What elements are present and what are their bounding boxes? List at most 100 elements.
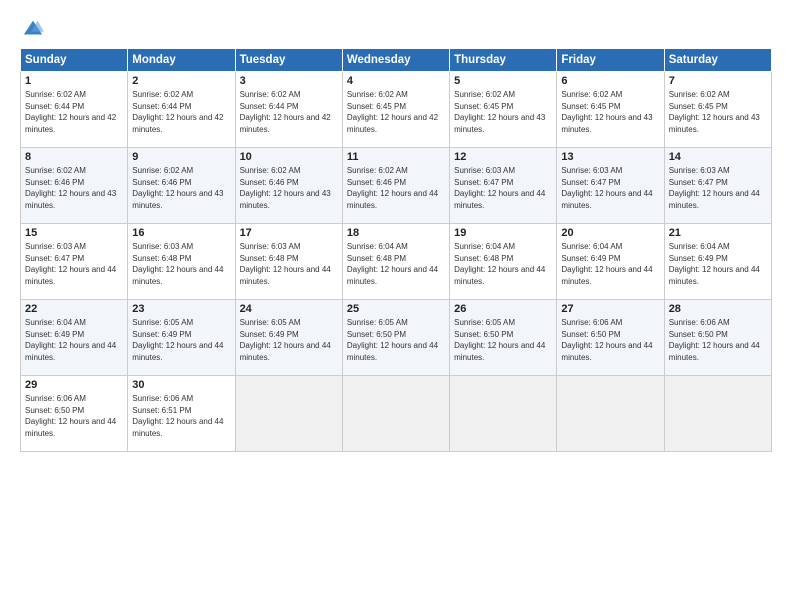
calendar-week-1: 1 Sunrise: 6:02 AMSunset: 6:44 PMDayligh… — [21, 72, 772, 148]
day-number: 12 — [454, 151, 552, 163]
day-detail: Sunrise: 6:02 AMSunset: 6:46 PMDaylight:… — [25, 166, 116, 210]
day-number: 24 — [240, 303, 338, 315]
day-number: 7 — [669, 75, 767, 87]
day-detail: Sunrise: 6:03 AMSunset: 6:47 PMDaylight:… — [25, 242, 116, 286]
calendar-cell: 29 Sunrise: 6:06 AMSunset: 6:50 PMDaylig… — [21, 376, 128, 452]
day-detail: Sunrise: 6:06 AMSunset: 6:50 PMDaylight:… — [25, 394, 116, 438]
calendar-cell — [450, 376, 557, 452]
day-detail: Sunrise: 6:03 AMSunset: 6:47 PMDaylight:… — [561, 166, 652, 210]
calendar-cell — [342, 376, 449, 452]
day-number: 21 — [669, 227, 767, 239]
header — [20, 18, 772, 40]
calendar-cell — [664, 376, 771, 452]
weekday-header-row: SundayMondayTuesdayWednesdayThursdayFrid… — [21, 49, 772, 72]
day-detail: Sunrise: 6:05 AMSunset: 6:50 PMDaylight:… — [454, 318, 545, 362]
day-detail: Sunrise: 6:02 AMSunset: 6:45 PMDaylight:… — [561, 90, 652, 134]
day-number: 25 — [347, 303, 445, 315]
day-number: 20 — [561, 227, 659, 239]
day-detail: Sunrise: 6:03 AMSunset: 6:48 PMDaylight:… — [240, 242, 331, 286]
day-number: 29 — [25, 379, 123, 391]
calendar-cell — [557, 376, 664, 452]
calendar-week-3: 15 Sunrise: 6:03 AMSunset: 6:47 PMDaylig… — [21, 224, 772, 300]
day-number: 9 — [132, 151, 230, 163]
day-detail: Sunrise: 6:02 AMSunset: 6:44 PMDaylight:… — [132, 90, 223, 134]
weekday-monday: Monday — [128, 49, 235, 72]
calendar-cell: 25 Sunrise: 6:05 AMSunset: 6:50 PMDaylig… — [342, 300, 449, 376]
calendar-cell: 22 Sunrise: 6:04 AMSunset: 6:49 PMDaylig… — [21, 300, 128, 376]
calendar-cell: 18 Sunrise: 6:04 AMSunset: 6:48 PMDaylig… — [342, 224, 449, 300]
page: SundayMondayTuesdayWednesdayThursdayFrid… — [0, 0, 792, 612]
weekday-saturday: Saturday — [664, 49, 771, 72]
calendar-table: SundayMondayTuesdayWednesdayThursdayFrid… — [20, 48, 772, 452]
day-detail: Sunrise: 6:02 AMSunset: 6:46 PMDaylight:… — [240, 166, 331, 210]
day-number: 2 — [132, 75, 230, 87]
day-number: 16 — [132, 227, 230, 239]
weekday-thursday: Thursday — [450, 49, 557, 72]
day-detail: Sunrise: 6:04 AMSunset: 6:49 PMDaylight:… — [669, 242, 760, 286]
day-detail: Sunrise: 6:02 AMSunset: 6:45 PMDaylight:… — [347, 90, 438, 134]
calendar-cell: 27 Sunrise: 6:06 AMSunset: 6:50 PMDaylig… — [557, 300, 664, 376]
day-detail: Sunrise: 6:02 AMSunset: 6:44 PMDaylight:… — [25, 90, 116, 134]
day-number: 5 — [454, 75, 552, 87]
day-detail: Sunrise: 6:06 AMSunset: 6:51 PMDaylight:… — [132, 394, 223, 438]
day-number: 26 — [454, 303, 552, 315]
calendar-cell: 28 Sunrise: 6:06 AMSunset: 6:50 PMDaylig… — [664, 300, 771, 376]
calendar-cell: 20 Sunrise: 6:04 AMSunset: 6:49 PMDaylig… — [557, 224, 664, 300]
day-number: 19 — [454, 227, 552, 239]
day-detail: Sunrise: 6:02 AMSunset: 6:44 PMDaylight:… — [240, 90, 331, 134]
day-number: 30 — [132, 379, 230, 391]
day-number: 18 — [347, 227, 445, 239]
calendar-cell: 15 Sunrise: 6:03 AMSunset: 6:47 PMDaylig… — [21, 224, 128, 300]
calendar-week-5: 29 Sunrise: 6:06 AMSunset: 6:50 PMDaylig… — [21, 376, 772, 452]
day-detail: Sunrise: 6:02 AMSunset: 6:45 PMDaylight:… — [669, 90, 760, 134]
calendar-cell: 13 Sunrise: 6:03 AMSunset: 6:47 PMDaylig… — [557, 148, 664, 224]
calendar-cell: 11 Sunrise: 6:02 AMSunset: 6:46 PMDaylig… — [342, 148, 449, 224]
calendar-cell: 8 Sunrise: 6:02 AMSunset: 6:46 PMDayligh… — [21, 148, 128, 224]
day-detail: Sunrise: 6:02 AMSunset: 6:46 PMDaylight:… — [132, 166, 223, 210]
calendar-cell: 14 Sunrise: 6:03 AMSunset: 6:47 PMDaylig… — [664, 148, 771, 224]
calendar-cell: 5 Sunrise: 6:02 AMSunset: 6:45 PMDayligh… — [450, 72, 557, 148]
day-number: 28 — [669, 303, 767, 315]
calendar-cell: 17 Sunrise: 6:03 AMSunset: 6:48 PMDaylig… — [235, 224, 342, 300]
day-detail: Sunrise: 6:04 AMSunset: 6:48 PMDaylight:… — [347, 242, 438, 286]
day-number: 14 — [669, 151, 767, 163]
calendar-cell: 10 Sunrise: 6:02 AMSunset: 6:46 PMDaylig… — [235, 148, 342, 224]
day-detail: Sunrise: 6:05 AMSunset: 6:50 PMDaylight:… — [347, 318, 438, 362]
calendar-cell: 30 Sunrise: 6:06 AMSunset: 6:51 PMDaylig… — [128, 376, 235, 452]
day-number: 6 — [561, 75, 659, 87]
day-detail: Sunrise: 6:03 AMSunset: 6:47 PMDaylight:… — [454, 166, 545, 210]
day-detail: Sunrise: 6:03 AMSunset: 6:48 PMDaylight:… — [132, 242, 223, 286]
day-number: 23 — [132, 303, 230, 315]
calendar-cell: 16 Sunrise: 6:03 AMSunset: 6:48 PMDaylig… — [128, 224, 235, 300]
calendar-cell: 19 Sunrise: 6:04 AMSunset: 6:48 PMDaylig… — [450, 224, 557, 300]
calendar-week-2: 8 Sunrise: 6:02 AMSunset: 6:46 PMDayligh… — [21, 148, 772, 224]
day-number: 3 — [240, 75, 338, 87]
logo — [20, 18, 44, 40]
calendar-cell: 4 Sunrise: 6:02 AMSunset: 6:45 PMDayligh… — [342, 72, 449, 148]
weekday-wednesday: Wednesday — [342, 49, 449, 72]
day-detail: Sunrise: 6:05 AMSunset: 6:49 PMDaylight:… — [240, 318, 331, 362]
day-detail: Sunrise: 6:04 AMSunset: 6:48 PMDaylight:… — [454, 242, 545, 286]
calendar-cell: 26 Sunrise: 6:05 AMSunset: 6:50 PMDaylig… — [450, 300, 557, 376]
calendar-week-4: 22 Sunrise: 6:04 AMSunset: 6:49 PMDaylig… — [21, 300, 772, 376]
calendar-cell: 21 Sunrise: 6:04 AMSunset: 6:49 PMDaylig… — [664, 224, 771, 300]
day-detail: Sunrise: 6:05 AMSunset: 6:49 PMDaylight:… — [132, 318, 223, 362]
day-number: 8 — [25, 151, 123, 163]
weekday-friday: Friday — [557, 49, 664, 72]
day-detail: Sunrise: 6:06 AMSunset: 6:50 PMDaylight:… — [561, 318, 652, 362]
calendar-cell: 7 Sunrise: 6:02 AMSunset: 6:45 PMDayligh… — [664, 72, 771, 148]
calendar-cell: 2 Sunrise: 6:02 AMSunset: 6:44 PMDayligh… — [128, 72, 235, 148]
day-number: 1 — [25, 75, 123, 87]
day-detail: Sunrise: 6:03 AMSunset: 6:47 PMDaylight:… — [669, 166, 760, 210]
day-detail: Sunrise: 6:02 AMSunset: 6:46 PMDaylight:… — [347, 166, 438, 210]
day-number: 22 — [25, 303, 123, 315]
day-detail: Sunrise: 6:04 AMSunset: 6:49 PMDaylight:… — [25, 318, 116, 362]
calendar-cell: 23 Sunrise: 6:05 AMSunset: 6:49 PMDaylig… — [128, 300, 235, 376]
calendar-cell: 3 Sunrise: 6:02 AMSunset: 6:44 PMDayligh… — [235, 72, 342, 148]
logo-icon — [22, 18, 44, 40]
calendar-cell: 1 Sunrise: 6:02 AMSunset: 6:44 PMDayligh… — [21, 72, 128, 148]
weekday-sunday: Sunday — [21, 49, 128, 72]
day-detail: Sunrise: 6:02 AMSunset: 6:45 PMDaylight:… — [454, 90, 545, 134]
calendar-cell: 24 Sunrise: 6:05 AMSunset: 6:49 PMDaylig… — [235, 300, 342, 376]
day-number: 10 — [240, 151, 338, 163]
